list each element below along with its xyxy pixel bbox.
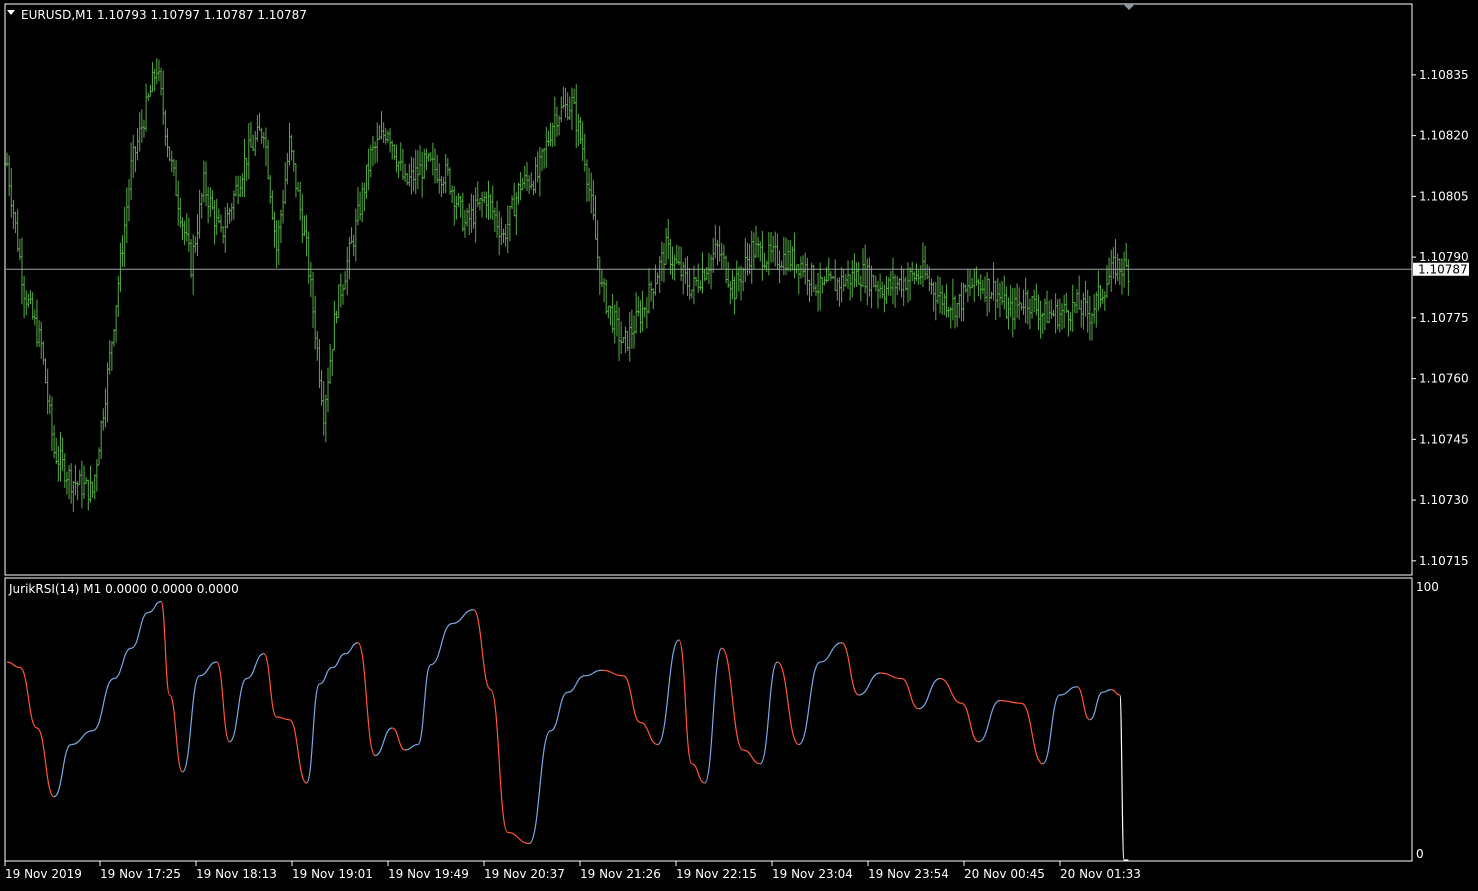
price-tick-label: 1.10760 <box>1419 372 1469 386</box>
chart-canvas[interactable]: EURUSD,M1 1.10793 1.10797 1.10787 1.1078… <box>0 0 1478 888</box>
time-tick-label: 19 Nov 21:26 <box>580 867 661 881</box>
price-tick-label: 1.10835 <box>1419 68 1469 82</box>
time-tick-label: 19 Nov 20:37 <box>484 867 565 881</box>
price-tick-label: 1.10805 <box>1419 189 1469 203</box>
price-tick-label: 1.10820 <box>1419 129 1469 143</box>
symbol-label: EURUSD,M1 <box>21 8 93 22</box>
rsi-scale-top: 100 <box>1416 580 1439 594</box>
time-tick-label: 19 Nov 19:01 <box>292 867 373 881</box>
price-tick-label: 1.10775 <box>1419 311 1469 325</box>
rsi-scale-bottom: 0 <box>1416 847 1424 861</box>
time-tick-label: 19 Nov 22:15 <box>676 867 757 881</box>
time-tick-label: 20 Nov 01:33 <box>1060 867 1141 881</box>
price-tick-label: 1.10745 <box>1419 432 1469 446</box>
ohlc-label: 1.10793 1.10797 1.10787 1.10787 <box>97 8 307 22</box>
time-tick-label: 20 Nov 00:45 <box>964 867 1045 881</box>
chart-window: EURUSD,M1 1.10793 1.10797 1.10787 1.1078… <box>0 0 1478 888</box>
time-tick-label: 19 Nov 23:54 <box>868 867 949 881</box>
indicator-label: JurikRSI(14) M1 0.0000 0.0000 0.0000 <box>8 582 239 596</box>
time-tick-label: 19 Nov 19:49 <box>388 867 469 881</box>
time-tick-label: 19 Nov 23:04 <box>772 867 853 881</box>
chart-background <box>0 0 1478 888</box>
time-tick-label: 19 Nov 2019 <box>5 867 82 881</box>
current-price-label: 1.10787 <box>1418 262 1468 276</box>
price-tick-label: 1.10715 <box>1419 554 1469 568</box>
time-tick-label: 19 Nov 17:25 <box>100 867 181 881</box>
time-tick-label: 19 Nov 18:13 <box>196 867 277 881</box>
price-tick-label: 1.10730 <box>1419 493 1469 507</box>
